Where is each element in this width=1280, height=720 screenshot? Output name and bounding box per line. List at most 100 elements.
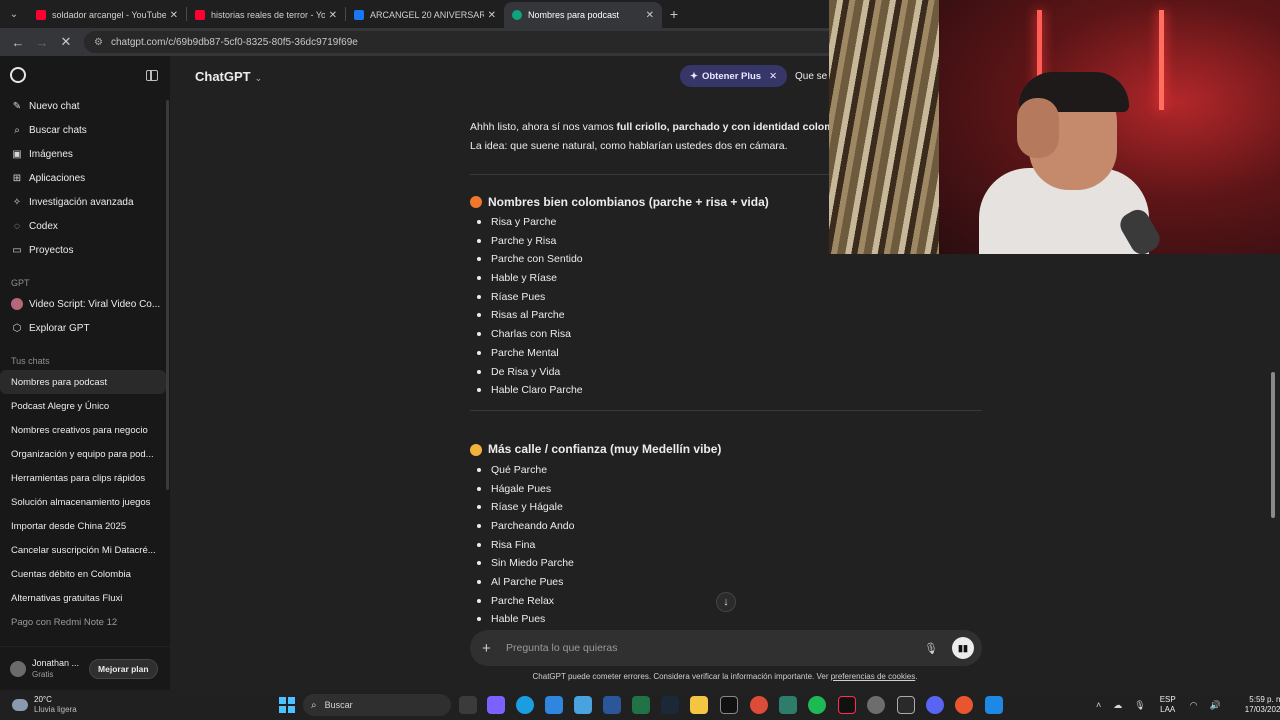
youtube-favicon-icon	[36, 10, 46, 20]
voice-mode-button[interactable]: ▮▮	[952, 637, 974, 659]
sidebar-scrollbar[interactable]	[166, 100, 169, 490]
chat-history-item[interactable]: Organización y equipo para pod...	[0, 442, 166, 466]
language-indicator[interactable]: ESP LAA	[1160, 695, 1176, 715]
photos-icon[interactable]	[574, 696, 592, 714]
get-plus-button[interactable]: ✦ Obtener Plus ✕	[680, 65, 788, 87]
security-shield-icon[interactable]	[985, 696, 1003, 714]
new-tab-icon[interactable]: +	[662, 6, 686, 22]
close-tab-icon[interactable]: ✕	[170, 10, 178, 21]
app-icon[interactable]	[779, 696, 797, 714]
chevron-down-icon: ⌄	[254, 72, 263, 83]
microphone-icon[interactable]: 🎙	[924, 642, 938, 655]
tab-title: ARCANGEL 20 ANIVERSARIO	[370, 10, 484, 20]
taskbar-search[interactable]: ⌕ Buscar	[303, 694, 451, 716]
dismiss-icon[interactable]: ✕	[769, 71, 777, 82]
research-icon: ✧	[12, 196, 22, 208]
browser-tab[interactable]: historias reales de terror - YouT ✕	[187, 2, 345, 28]
settings-icon[interactable]	[867, 696, 885, 714]
steam-icon[interactable]	[661, 696, 679, 714]
chat-history-item[interactable]: Cuentas débito en Colombia	[0, 562, 166, 586]
url-bar[interactable]: ⚙ chatgpt.com/c/69b9db87-5cf0-8325-80f5-…	[84, 31, 844, 53]
model-selector[interactable]: ChatGPT ⌄	[195, 69, 262, 84]
sidebar-item-new-chat[interactable]: ✎ Nuevo chat	[0, 94, 170, 118]
browser-tab[interactable]: soldador arcangel - YouTube ✕	[28, 2, 186, 28]
upgrade-plan-button[interactable]: Mejorar plan	[89, 658, 158, 679]
waveform-icon: ▮▮	[958, 642, 968, 653]
intro-bold: full criollo, parchado y con identidad c…	[616, 121, 840, 133]
sidebar: ✎ Nuevo chat ⌕ Buscar chats ▣ Imágenes ⊞ Apl…	[0, 56, 170, 690]
capcut-icon[interactable]	[720, 696, 738, 714]
wifi-icon[interactable]: ◠	[1190, 700, 1198, 711]
chat-history-item[interactable]: Nombres para podcast	[0, 370, 166, 394]
copilot-icon[interactable]	[487, 696, 505, 714]
spotify-icon[interactable]	[808, 696, 826, 714]
back-arrow-icon[interactable]: ←	[6, 35, 30, 50]
word-icon[interactable]	[603, 696, 621, 714]
sidebar-item-label: Investigación avanzada	[29, 196, 134, 208]
model-name: ChatGPT	[195, 68, 251, 84]
sidebar-item-projects[interactable]: ▭ Proyectos	[0, 238, 170, 262]
browser-tab-active[interactable]: Nombres para podcast ✕	[504, 2, 662, 28]
sidebar-item-gpt[interactable]: Video Script: Viral Video Co...	[0, 292, 170, 316]
close-tab-icon[interactable]: ✕	[488, 10, 496, 21]
chat-history-item[interactable]: Solución almacenamiento juegos	[0, 490, 166, 514]
openai-logo-icon[interactable]	[10, 67, 26, 83]
chat-history-item[interactable]: Pago con Redmi Note 12	[0, 610, 166, 634]
site-info-icon[interactable]: ⚙	[94, 37, 103, 48]
cookie-preferences-link[interactable]: preferencias de cookies	[831, 672, 916, 681]
clock[interactable]: 5:59 p. m. 17/03/2026	[1245, 695, 1280, 715]
scroll-down-button[interactable]: ↓	[716, 592, 736, 612]
sidebar-item-research[interactable]: ✧ Investigación avanzada	[0, 190, 170, 214]
volume-icon[interactable]: 🔊	[1210, 700, 1221, 711]
discord-icon[interactable]	[926, 696, 944, 714]
sidebar-item-search-chats[interactable]: ⌕ Buscar chats	[0, 118, 170, 142]
epic-games-icon[interactable]	[897, 696, 915, 714]
prompt-input[interactable]	[506, 642, 925, 654]
weather-widget[interactable]: 20°C Lluvia ligera	[0, 695, 130, 715]
cloud-icon[interactable]: ☁	[1113, 700, 1122, 711]
chat-history-item[interactable]: Podcast Alegre y Único	[0, 394, 166, 418]
weather-icon	[12, 699, 28, 711]
chat-history-item[interactable]: Alternativas gratuitas Fluxi	[0, 586, 166, 610]
close-tab-icon[interactable]: ✕	[646, 10, 654, 21]
intro-prefix: Ahhh listo, ahora sí nos vamos	[470, 121, 617, 133]
edge-icon[interactable]	[516, 696, 534, 714]
chat-history-item[interactable]: Cancelar suscripción Mi Datacré...	[0, 538, 166, 562]
sidebar-item-codex[interactable]: ◌ Codex	[0, 214, 170, 238]
chevron-up-icon[interactable]: ˄	[1096, 700, 1101, 710]
chat-history-item[interactable]: Importar desde China 2025	[0, 514, 166, 538]
store-icon[interactable]	[545, 696, 563, 714]
attach-plus-icon[interactable]: +	[482, 640, 500, 657]
chrome-icon[interactable]	[750, 696, 768, 714]
list-item: Hágale Pues	[470, 480, 990, 499]
close-tab-icon[interactable]: ✕	[329, 10, 337, 21]
forward-arrow-icon[interactable]: →	[30, 35, 54, 50]
list-item: Ríase y Hágale	[470, 498, 990, 517]
chat-history-item[interactable]: Herramientas para clips rápidos	[0, 466, 166, 490]
browser-icon[interactable]	[955, 696, 973, 714]
section-title: Nombres bien colombianos (parche + risa …	[488, 194, 769, 209]
sidebar-toggle-icon[interactable]	[146, 69, 158, 81]
list-item: Charlas con Risa	[470, 325, 990, 344]
mic-icon[interactable]: 🎙	[1134, 700, 1145, 711]
excel-icon[interactable]	[632, 696, 650, 714]
tiktok-icon[interactable]	[838, 696, 856, 714]
start-button[interactable]	[279, 697, 295, 713]
sidebar-item-apps[interactable]: ⊞ Aplicaciones	[0, 166, 170, 190]
weather-temp: 20°C	[34, 695, 52, 704]
file-explorer-icon[interactable]	[690, 696, 708, 714]
sidebar-item-explore-gpt[interactable]: ⬡ Explorar GPT	[0, 316, 170, 340]
gpt-avatar-icon	[11, 298, 23, 310]
chat-scrollbar[interactable]	[1271, 372, 1275, 518]
task-view-icon[interactable]	[459, 696, 477, 714]
tab-search-icon[interactable]: ⌄	[0, 0, 28, 28]
stop-loading-icon[interactable]: ✕	[54, 34, 78, 50]
chat-history-item[interactable]: Nombres creativos para negocio	[0, 418, 166, 442]
lang-bottom: LAA	[1160, 705, 1176, 714]
browser-tab[interactable]: ARCANGEL 20 ANIVERSARIO ✕	[346, 2, 504, 28]
url-text: chatgpt.com/c/69b9db87-5cf0-8325-80f5-36…	[110, 36, 358, 48]
avatar[interactable]	[10, 660, 26, 677]
sidebar-item-images[interactable]: ▣ Imágenes	[0, 142, 170, 166]
weather-text: 20°C Lluvia ligera	[34, 695, 77, 715]
user-info[interactable]: Jonathan ... Gratis	[32, 658, 79, 679]
